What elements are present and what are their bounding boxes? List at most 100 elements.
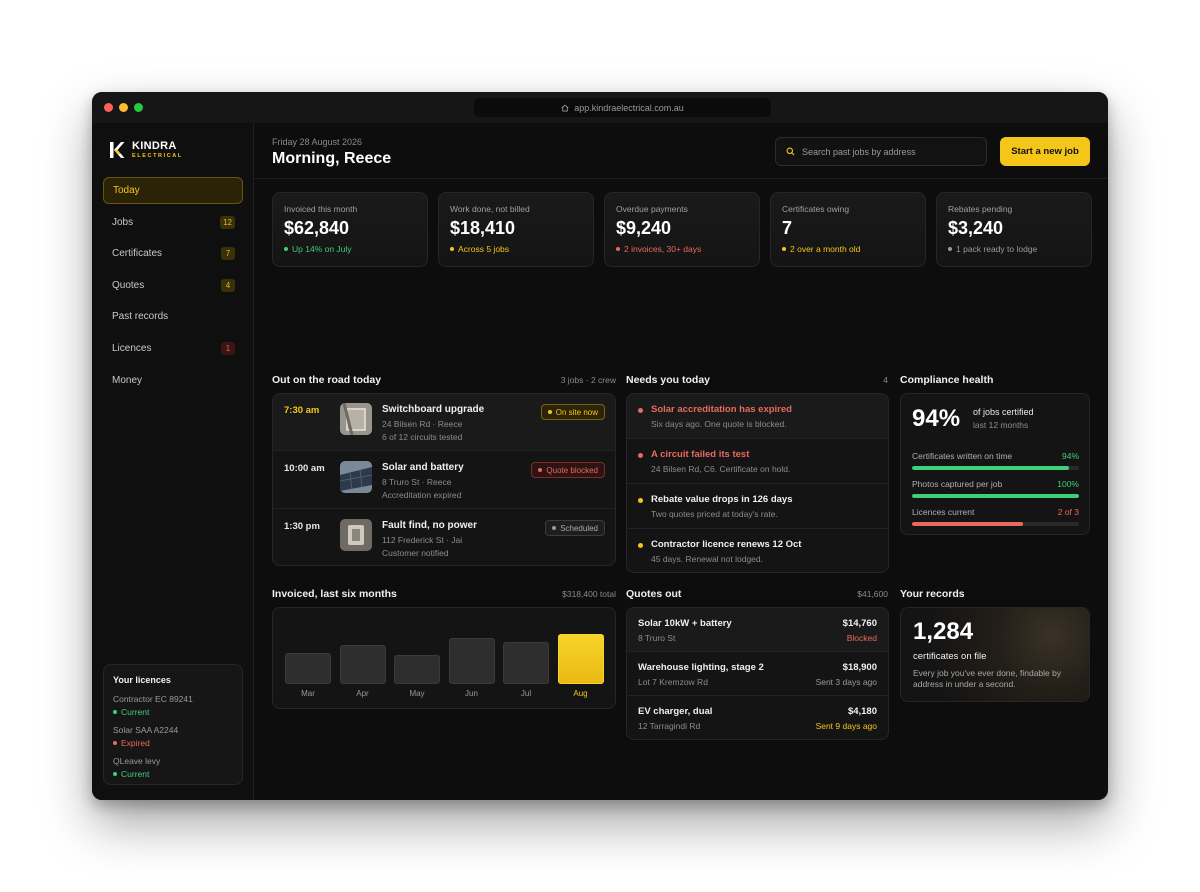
minimize-window-button[interactable] [119,103,128,112]
chart-bar-jun[interactable] [448,638,495,684]
stat-note: Across 5 jobs [450,244,582,254]
quote-title: Warehouse lighting, stage 2 [638,662,764,673]
status-badge-text: On site now [555,407,598,417]
sidebar-item-licences[interactable]: Licences 1 [103,335,243,362]
brand-logo[interactable]: KINDRA ELECTRICAL [109,141,183,160]
close-window-button[interactable] [104,103,113,112]
stat-value: 7 [782,218,793,238]
quote-amount: $4,180 [847,706,877,717]
stat-card-certificates[interactable]: Certificates owing 7 2 over a month old [770,192,926,267]
chart-bar-apr[interactable] [339,645,386,684]
sidebar-item-today[interactable]: Today [103,177,243,204]
sidebar-item-label: Quotes [112,279,145,291]
status-dot-icon [113,741,117,745]
search-placeholder: Search past jobs by address [802,146,916,157]
metric-label: Photos captured per job [912,479,1003,489]
stat-label: Overdue payments [616,204,688,214]
stat-note: 2 invoices, 30+ days [616,244,748,254]
address-bar[interactable]: app.kindraelectrical.com.au [474,98,771,117]
metric-label: Licences current [912,507,975,517]
alert-row[interactable]: Rebate value drops in 126 days Two quote… [627,484,888,529]
licences-card[interactable]: Your licences Contractor EC 89241 Curren… [103,664,243,785]
alert-detail: 45 days. Renewal not lodged. [651,554,763,564]
url-text: app.kindraelectrical.com.au [574,102,684,113]
chart-tick-label: Mar [301,689,315,698]
licence-name: Solar SAA A2244 [113,725,179,735]
alert-row[interactable]: Contractor licence renews 12 Oct 45 days… [627,529,888,572]
sidebar-item-quotes[interactable]: Quotes 4 [103,272,243,299]
stat-card-overdue[interactable]: Overdue payments $9,240 2 invoices, 30+ … [604,192,760,267]
licence-status: Expired [113,738,233,748]
job-time: 1:30 pm [284,521,320,532]
alert-title: Solar accreditation has expired [651,404,792,415]
stat-value: $3,240 [948,218,1004,238]
status-badge: Quote blocked [531,462,605,478]
job-row[interactable]: 1:30 pm Fault find, no power 112 Frederi… [273,510,615,565]
stat-note-text: Up 14% on July [292,244,352,254]
title-bar: app.kindraelectrical.com.au [92,92,1108,123]
stat-note: 2 over a month old [782,244,914,254]
licence-status-text: Current [121,769,150,779]
licence-status: Current [113,707,233,717]
stat-note: 1 pack ready to lodge [948,244,1080,254]
job-row[interactable]: 10:00 am Solar and battery 8 Truro St · … [273,452,615,509]
sidebar-item-label: Licences [112,342,152,354]
quote-status: Sent 3 days ago [815,677,877,687]
sidebar-item-jobs[interactable]: Jobs 12 [103,209,243,236]
licence-status: Current [113,769,233,779]
metric-progress-fill [912,494,1079,498]
compliance-section-title: Compliance health [900,374,994,386]
chart-bar-mar[interactable] [285,653,331,684]
alert-row[interactable]: A circuit failed its test 24 Bilsen Rd, … [627,439,888,484]
page-title: Morning, Reece [272,150,392,167]
start-new-job-button[interactable]: Start a new job [1000,137,1090,166]
alert-title: Contractor licence renews 12 Oct [651,539,802,550]
quote-address: 12 Tarragindi Rd [638,721,701,731]
sidebar-item-label: Money [112,374,143,386]
chart-bar-jul[interactable] [503,642,549,684]
chart-bar-may[interactable] [394,655,440,684]
quote-row[interactable]: Solar 10kW + battery 8 Truro St $14,760 … [627,608,888,652]
maximize-window-button[interactable] [134,103,143,112]
licence-item: Contractor EC 89241 Current [113,694,233,717]
sidebar-item-label: Certificates [112,248,163,260]
chart-tick-label: Aug [573,689,588,698]
compliance-card[interactable]: 94% of jobs certified last 12 months Cer… [900,393,1090,535]
records-card[interactable]: 1,284 certificates on file Every job you… [900,607,1090,702]
stat-card-invoiced[interactable]: Invoiced this month $62,840 Up 14% on Ju… [272,192,428,267]
status-dot-icon [547,410,552,414]
stat-card-rebates[interactable]: Rebates pending $3,240 1 pack ready to l… [936,192,1092,267]
chart-tick-label: Apr [356,689,369,698]
header-divider [254,178,1108,179]
metric-value: 2 of 3 [1057,507,1079,517]
quote-row[interactable]: Warehouse lighting, stage 2 Lot 7 Kremzo… [627,652,888,696]
sidebar-item-past-records[interactable]: Past records [103,303,243,330]
count-badge: 1 [221,341,235,355]
sidebar-item-money[interactable]: Money [103,367,243,394]
quote-address: 8 Truro St [638,633,676,643]
stat-label: Invoiced this month [284,204,358,214]
browser-window: app.kindraelectrical.com.au KINDRA ELECT… [92,92,1108,800]
stat-label: Certificates owing [782,204,850,214]
metric-label: Certificates written on time [912,451,1013,461]
alert-detail: 24 Bilsen Rd, C6. Certificate on hold. [651,464,791,474]
licence-item: QLeave levy Current [113,756,233,779]
kindra-logo-icon [110,142,125,159]
count-badge: 4 [221,278,235,292]
alert-title: A circuit failed its test [651,449,750,460]
quote-row[interactable]: EV charger, dual 12 Tarragindi Rd $4,180… [627,696,888,739]
licence-name: QLeave levy [113,756,161,766]
chart-bar-aug[interactable] [557,634,604,684]
stat-card-unbilled[interactable]: Work done, not billed $18,410 Across 5 j… [438,192,594,267]
sidebar-item-certificates[interactable]: Certificates 7 [103,240,243,267]
compliance-metric: Photos captured per job 100% [912,479,1079,498]
chart-tick-label: May [409,689,425,698]
job-title: Fault find, no power [382,520,477,531]
job-row[interactable]: 7:30 am Switchboard upgrade 24 Bilsen Rd… [273,394,615,451]
quote-title: Solar 10kW + battery [638,618,732,629]
status-dot-icon [782,247,786,251]
quote-amount: $18,900 [842,662,877,673]
alert-dot-icon [638,408,643,413]
alert-row[interactable]: Solar accreditation has expired Six days… [627,394,888,439]
search-input[interactable]: Search past jobs by address [775,137,987,166]
